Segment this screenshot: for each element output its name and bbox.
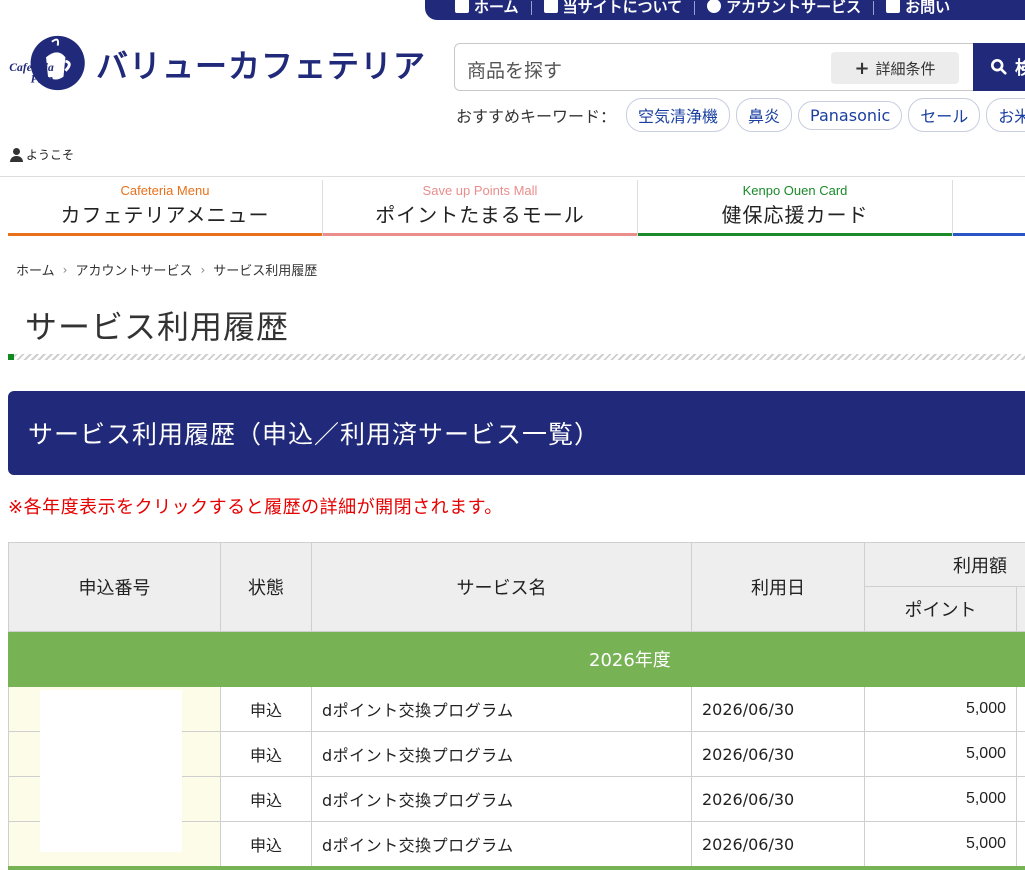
menu-underline [8, 233, 322, 236]
detail-conditions-button[interactable]: + 詳細条件 [831, 52, 959, 84]
service-name-cell: dポイント交換プログラム [311, 821, 692, 867]
points-cell: 5,000 [864, 731, 1017, 777]
search-input[interactable]: 商品を探す [467, 56, 562, 83]
year-text: 2026年度 [589, 650, 671, 671]
year-footer-bar [8, 866, 1025, 870]
keyword-chip[interactable]: お米 [986, 98, 1025, 132]
menu-underline [638, 233, 952, 236]
book-icon [543, 0, 558, 13]
date-cell: 2026/06/30 [691, 821, 865, 867]
header-date: 利用日 [691, 542, 865, 632]
instruction-note: ※各年度表示をクリックすると履歴の詳細が開閉されます。 [8, 497, 503, 518]
date-cell: 2026/06/30 [691, 731, 865, 777]
topnav-home-label: ホーム [474, 0, 519, 16]
keyword-chip[interactable]: 鼻炎 [736, 98, 793, 132]
section-banner: サービス利用履歴（申込／利用済サービス一覧） [8, 391, 1025, 475]
menu-en-label: Save up Points Mall [422, 183, 538, 198]
header-points: ポイント [864, 586, 1017, 632]
menu-cafeteria[interactable]: Cafeteria Menu カフェテリアメニュー [8, 180, 323, 236]
points-cell: 5,000 [864, 776, 1017, 822]
detail-conditions-label: 詳細条件 [875, 59, 936, 78]
topnav-account-label: アカウントサービス [726, 0, 862, 16]
menu-kenpo-card[interactable]: Kenpo Ouen Card 健保応援カード [638, 180, 953, 236]
chevron-right-icon: › [62, 262, 68, 277]
search-button-label: 検 [1015, 58, 1025, 79]
main-menu: Cafeteria Menu カフェテリアメニュー Save up Points… [8, 180, 1025, 236]
breadcrumb-account[interactable]: アカウントサービス [75, 260, 192, 279]
status-cell: 申込 [220, 821, 312, 867]
keyword-chip[interactable]: 空気清浄機 [626, 98, 731, 132]
points-cell: 5,000 [864, 686, 1017, 732]
year-toggle-row[interactable]: 2026年度 [8, 631, 1025, 687]
search-icon [991, 59, 1007, 75]
year-label: 2026年度 [8, 631, 1025, 687]
site-logo[interactable]: Cafeteria Plan バリューカフェテリア [8, 34, 426, 94]
status-cell: 申込 [220, 776, 312, 822]
header-application-number: 申込番号 [8, 542, 221, 632]
plus-icon: + [854, 57, 870, 79]
menu-jp-label: 健保応援カード [721, 203, 869, 227]
mail-icon [886, 0, 901, 13]
topnav-home[interactable]: ホーム [425, 0, 531, 17]
topnav-about[interactable]: 当サイトについて [532, 0, 695, 17]
menu-jp-label: カフェテリアメニュー [60, 203, 270, 227]
service-name-cell: dポイント交換プログラム [311, 731, 692, 777]
title-underline-accent [8, 354, 14, 360]
divider [0, 176, 1025, 177]
empty-cell [1016, 686, 1025, 732]
header-status: 状態 [220, 542, 312, 632]
search-button[interactable]: 検 [973, 43, 1025, 91]
user-icon [10, 147, 23, 162]
topnav-contact[interactable]: お問い [874, 0, 962, 17]
empty-cell [1016, 731, 1025, 777]
welcome-message: ようこそ [10, 146, 74, 163]
menu-jp-label: ポイントたまるモール [375, 203, 585, 227]
header-amount-label: 利用額 [953, 555, 1007, 577]
brand-name: バリューカフェテリア [96, 47, 427, 85]
date-cell: 2026/06/30 [691, 776, 865, 822]
status-cell: 申込 [220, 731, 312, 777]
menu-underline [953, 233, 1025, 236]
menu-en-label: Kenpo Ouen Card [742, 183, 848, 198]
service-name-cell: dポイント交換プログラム [311, 776, 692, 822]
header-amount: 利用額 [864, 542, 1025, 587]
title-underline [8, 354, 1025, 360]
topnav-account[interactable]: アカウントサービス [695, 0, 873, 17]
menu-en-label: Cafeteria Menu [120, 183, 210, 198]
breadcrumb-current: サービス利用履歴 [213, 264, 318, 279]
keywords-label: おすすめキーワード： [456, 107, 617, 126]
search-box: 商品を探す + 詳細条件 [454, 43, 974, 91]
top-navigation: ホーム 当サイトについて アカウントサービス お問い [425, 0, 1025, 20]
chevron-right-icon: › [200, 262, 206, 277]
svg-text:Plan: Plan [31, 72, 54, 85]
empty-cell [1016, 821, 1025, 867]
menu-points-mall[interactable]: Save up Points Mall ポイントたまるモール [323, 180, 638, 236]
welcome-text: ようこそ [26, 148, 75, 162]
keyword-chip[interactable]: セール [908, 98, 981, 132]
page-title: サービス利用履歴 [25, 308, 290, 346]
points-cell: 5,000 [864, 821, 1017, 867]
keyword-chip[interactable]: Panasonic [798, 100, 903, 130]
header-empty [1016, 586, 1025, 632]
menu-underline [323, 233, 637, 236]
header-service-name: サービス名 [311, 542, 692, 632]
status-cell: 申込 [220, 686, 312, 732]
breadcrumb: ホーム › アカウントサービス › サービス利用履歴 [16, 260, 318, 280]
menu-fourth[interactable] [953, 180, 1025, 236]
empty-cell [1016, 776, 1025, 822]
recommended-keywords: おすすめキーワード： 空気清浄機 鼻炎 Panasonic セール お米 [456, 98, 1025, 132]
home-icon [455, 0, 469, 13]
topnav-contact-label: お問い [905, 0, 951, 16]
topnav-about-label: 当サイトについて [562, 0, 683, 16]
service-name-cell: dポイント交換プログラム [311, 686, 692, 732]
date-cell: 2026/06/30 [691, 686, 865, 732]
breadcrumb-home[interactable]: ホーム [16, 260, 55, 279]
check-circle-icon [707, 0, 722, 13]
cafeteria-plan-logo-icon: Cafeteria Plan [9, 35, 85, 91]
redacted-area [40, 690, 182, 852]
